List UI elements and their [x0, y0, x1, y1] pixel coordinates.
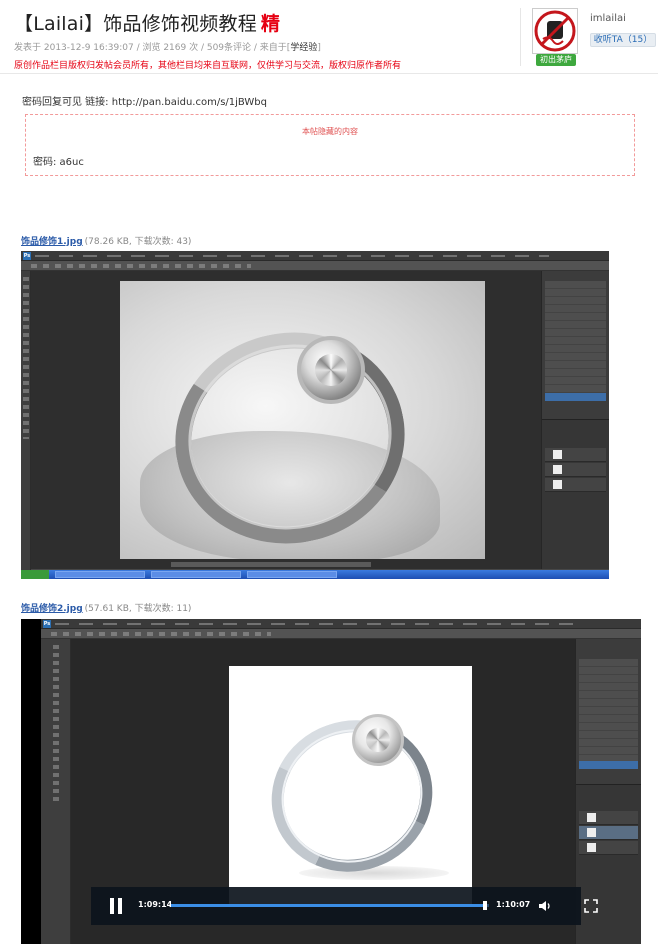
fullscreen-button[interactable] — [584, 898, 598, 913]
taskbar-item — [55, 571, 145, 578]
ps-layers-panel — [542, 419, 609, 569]
start-button — [21, 570, 49, 579]
ps-layer-row — [545, 478, 606, 492]
reply-visible-line: 密码回复可见 链接: http://pan.baidu.com/s/1jBWbq — [22, 97, 268, 108]
ps-menu-items — [55, 623, 581, 625]
hidden-content-title: 本帖隐藏的内容 — [302, 127, 358, 136]
ring-photo-2 — [229, 666, 472, 907]
fullscreen-icon — [584, 899, 598, 913]
ps-options-bar — [21, 261, 609, 271]
ps-tool-icons — [23, 277, 29, 439]
ps-history-list — [579, 659, 638, 769]
diamond — [352, 714, 404, 766]
post-title-text: 【Lailai】饰品修饰视频教程 — [14, 13, 257, 35]
ps-layer-row — [545, 448, 606, 462]
fist-logo-icon — [533, 9, 577, 53]
author-avatar[interactable] — [532, 8, 578, 54]
ps-hscrollbar — [171, 562, 371, 567]
attachment-info: (57.61 KB, 下载次数: 11) — [84, 604, 192, 614]
ps-history-active — [579, 761, 638, 769]
author-username[interactable]: imlailai — [590, 13, 626, 24]
pause-icon-bar — [118, 898, 122, 914]
ps-logo-icon: Ps — [23, 252, 31, 260]
attachment-info: (78.26 KB, 下载次数: 43) — [84, 237, 192, 247]
ring-shadow — [299, 866, 449, 880]
ps-layer-row — [579, 811, 638, 825]
ps-options-bar — [41, 629, 641, 639]
diamond — [297, 336, 365, 404]
windows-taskbar — [21, 570, 609, 579]
pause-icon — [110, 898, 114, 914]
ps-layer-thumb — [553, 450, 562, 459]
header-divider — [520, 8, 521, 66]
ps-menu-items — [35, 255, 549, 257]
ps-layer-thumb — [553, 480, 562, 489]
video-controls: 1:09:14 1:10:07 — [91, 887, 598, 925]
hidden-content-box: 本帖隐藏的内容 密码: a6uc — [25, 114, 635, 176]
attachment-title: 饰品修饰1.jpg (78.26 KB, 下载次数: 43) — [21, 234, 191, 247]
letterbox-left — [21, 619, 41, 944]
attachment-image-photoshop-2[interactable]: Ps 1:09:14 1:10:07 — [21, 619, 641, 944]
ps-layer-row — [579, 826, 638, 840]
ps-layer-thumb — [587, 813, 596, 822]
post-source-link[interactable]: 学经验 — [290, 43, 317, 53]
ps-menubar: Ps — [41, 619, 641, 629]
post-header: 【Lailai】饰品修饰视频教程精 发表于 2013-12-9 16:39:07… — [0, 0, 658, 74]
ps-options — [31, 264, 251, 268]
post-title: 【Lailai】饰品修饰视频教程精 — [14, 9, 280, 36]
total-time: 1:10:07 — [496, 900, 531, 909]
progress-bar[interactable] — [171, 901, 489, 910]
follow-button[interactable]: 收听TA（15） — [590, 33, 656, 47]
post-meta-suffix: ] — [317, 43, 321, 53]
post-meta: 发表于 2013-12-9 16:39:07 / 浏览 2169 次 / 509… — [14, 40, 321, 53]
ps-tool-icons — [53, 645, 59, 804]
ps-logo-icon: Ps — [43, 620, 51, 628]
pause-button[interactable] — [105, 895, 127, 917]
current-time: 1:09:14 — [138, 900, 173, 909]
progress-thumb[interactable] — [482, 901, 487, 910]
ring-photo-1 — [120, 281, 485, 559]
ps-toolbar — [41, 639, 71, 944]
ps-layer-thumb — [553, 465, 562, 474]
ps-options — [51, 632, 271, 636]
ps-menubar: Ps — [21, 251, 609, 261]
taskbar-item — [151, 571, 241, 578]
ps-layer-thumb — [587, 843, 596, 852]
ps-history-list — [545, 281, 606, 401]
ps-layer-row — [545, 463, 606, 477]
taskbar-item — [247, 571, 337, 578]
post-meta-prefix: 发表于 2013-12-9 16:39:07 / 浏览 2169 次 / 509… — [14, 43, 291, 53]
ps-history-panel — [541, 271, 609, 569]
attachment-image-photoshop-1[interactable]: Ps — [21, 251, 609, 579]
attachment-title: 饰品修饰2.jpg (57.61 KB, 下载次数: 11) — [21, 601, 191, 614]
ps-layers-panel — [576, 784, 641, 944]
password-line: 密码: a6uc — [33, 157, 84, 168]
ps-history-active — [545, 393, 606, 401]
ps-layer-row — [579, 841, 638, 855]
author-level-badge: 初出茅庐 — [536, 54, 576, 66]
volume-button[interactable] — [538, 898, 552, 912]
attachment-link[interactable]: 饰品修饰2.jpg — [21, 604, 83, 614]
ps-canvas-area — [31, 271, 541, 569]
ps-toolbar — [21, 271, 31, 579]
elite-badge: 精 — [260, 13, 281, 35]
speaker-icon — [539, 901, 550, 911]
progress-fill — [171, 904, 485, 907]
attachment-link[interactable]: 饰品修饰1.jpg — [21, 237, 83, 247]
ps-layer-thumb — [587, 828, 596, 837]
copyright-notice: 原创作品栏目版权归发帖会员所有，其他栏目均来自互联网，仅供学习与交流，版权归原作… — [14, 61, 402, 71]
